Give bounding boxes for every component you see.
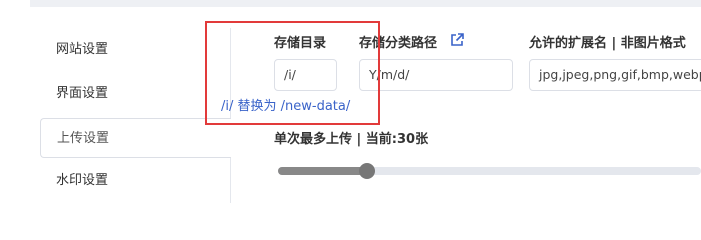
max-upload-label: 单次最多上传 | 当前:30张 xyxy=(274,132,429,147)
storage-path-input[interactable]: Y/m/d/ xyxy=(359,59,513,91)
max-upload-slider[interactable] xyxy=(278,163,701,179)
allowed-ext-input[interactable]: jpg,jpeg,png,gif,bmp,webp xyxy=(529,59,701,91)
upload-settings-page: 网站设置 界面设置 上传设置 水印设置 存储目录 /i/ 存储分类路径 Y/m/… xyxy=(0,0,701,203)
storage-dir-input[interactable]: /i/ xyxy=(274,59,337,91)
menu-item-ui-settings[interactable]: 界面设置 xyxy=(40,74,228,114)
external-link-icon[interactable] xyxy=(450,33,464,47)
allowed-ext-label: 允许的扩展名 | 非图片格式 xyxy=(529,36,686,51)
top-strip xyxy=(30,0,701,7)
slider-thumb[interactable] xyxy=(359,163,375,179)
menu-item-site-settings[interactable]: 网站设置 xyxy=(40,30,228,70)
path-hint-text: /i/ 替换为 /new-data/ xyxy=(221,99,351,114)
slider-fill xyxy=(278,167,367,175)
storage-path-label: 存储分类路径 xyxy=(359,36,438,51)
storage-dir-label: 存储目录 xyxy=(274,36,327,51)
menu-item-upload-settings[interactable]: 上传设置 xyxy=(40,118,231,158)
settings-menu: 网站设置 界面设置 上传设置 水印设置 xyxy=(40,28,231,203)
menu-item-watermark-settings[interactable]: 水印设置 xyxy=(40,161,228,201)
